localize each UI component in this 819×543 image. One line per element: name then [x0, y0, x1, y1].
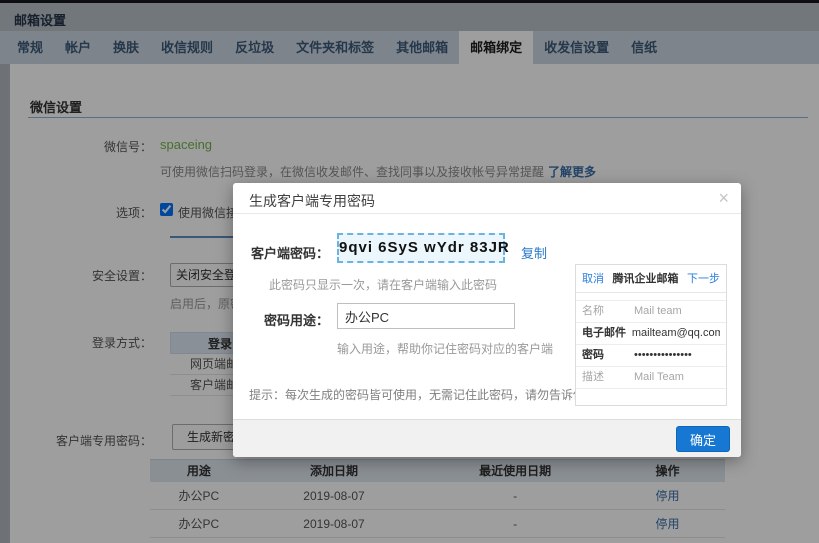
- copy-password-link[interactable]: 复制: [521, 243, 547, 262]
- mail-settings-page: 邮箱设置 常规 帐户 换肤 收信规则 反垃圾 文件夹和标签 其他邮箱 邮箱绑定 …: [0, 0, 819, 543]
- password-purpose-label: 密码用途：: [237, 310, 329, 329]
- preview-field-password: 密码 •••••••••••••••: [576, 345, 726, 367]
- preview-field-email: 电子邮件 mailteam@qq.com: [576, 323, 726, 345]
- generated-password-value: 9qvi 6SyS wYdr 83JR: [337, 233, 505, 263]
- preview-field-name: 名称 Mail team: [576, 301, 726, 323]
- client-password-field-label: 客户端密码：: [237, 243, 329, 262]
- generate-password-modal: 生成客户端专用密码 × 客户端密码： 9qvi 6SyS wYdr 83JR 复…: [233, 183, 741, 457]
- preview-field-label: 电子邮件: [582, 327, 632, 340]
- modal-tip: 提示：每次生成的密码皆可使用，无需记住此密码，请勿告诉他人: [249, 386, 597, 403]
- password-purpose-help: 输入用途，帮助你记住密码对应的客户端: [337, 340, 553, 357]
- preview-next-link: 下一步: [687, 270, 720, 286]
- preview-cancel-link: 取消: [582, 270, 604, 286]
- modal-footer: 确定: [233, 419, 741, 457]
- password-once-note: 此密码只显示一次，请在客户端输入此密码: [269, 276, 497, 293]
- preview-field-label: 名称: [582, 305, 634, 318]
- password-purpose-input[interactable]: [337, 303, 515, 329]
- modal-title: 生成客户端专用密码: [249, 191, 375, 211]
- preview-field-value: mailteam@qq.com: [632, 327, 720, 340]
- preview-field-value: Mail Team: [634, 371, 684, 384]
- preview-title: 腾讯企业邮箱: [613, 270, 679, 286]
- preview-field-description: 描述 Mail Team: [576, 367, 726, 389]
- preview-field-value: •••••••••••••••: [634, 349, 692, 362]
- preview-fields: 名称 Mail team 电子邮件 mailteam@qq.com 密码 •••…: [576, 300, 726, 389]
- mail-client-preview: 取消 腾讯企业邮箱 下一步 名称 Mail team 电子邮件 mailteam…: [575, 264, 727, 406]
- close-icon[interactable]: ×: [718, 188, 729, 208]
- modal-header: 生成客户端专用密码 ×: [233, 183, 741, 214]
- preview-header: 取消 腾讯企业邮箱 下一步: [576, 265, 726, 293]
- preview-field-label: 描述: [582, 371, 634, 384]
- confirm-button[interactable]: 确定: [676, 426, 730, 452]
- preview-field-label: 密码: [582, 349, 634, 362]
- modal-body: 客户端密码： 9qvi 6SyS wYdr 83JR 复制 此密码只显示一次，请…: [233, 214, 741, 419]
- preview-field-value: Mail team: [634, 305, 682, 318]
